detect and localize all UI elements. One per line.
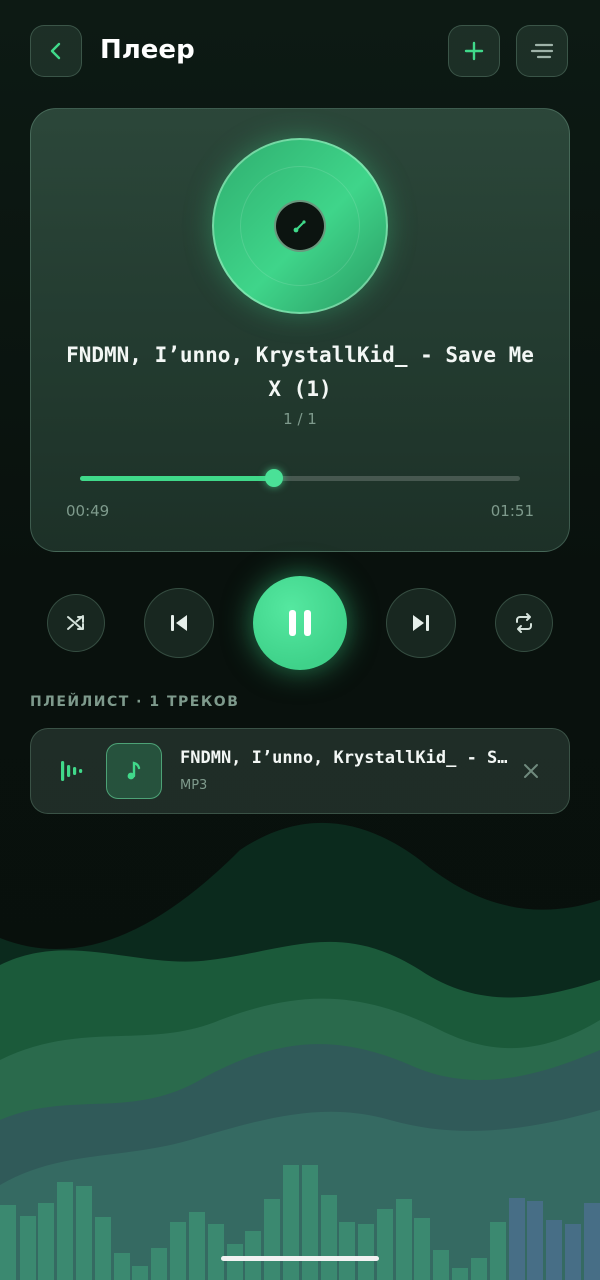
disc-center xyxy=(274,200,326,252)
home-indicator[interactable] xyxy=(221,1256,379,1261)
track-art xyxy=(106,743,162,799)
remove-track-button[interactable] xyxy=(522,762,540,784)
shuffle-button[interactable] xyxy=(47,594,105,652)
link-note-icon xyxy=(293,220,306,233)
total-time: 01:51 xyxy=(490,502,534,520)
skip-next-icon xyxy=(413,615,429,631)
previous-button[interactable] xyxy=(144,588,214,658)
progress-handle[interactable] xyxy=(265,469,283,487)
repeat-button[interactable] xyxy=(495,594,553,652)
background-waves xyxy=(0,822,600,1280)
playlist-heading: ПЛЕЙЛИСТ · 1 ТРЕКОВ xyxy=(30,694,240,710)
page-title: Плеер xyxy=(100,35,195,65)
repeat-icon xyxy=(516,613,532,633)
queue-button[interactable] xyxy=(516,25,568,77)
music-note-icon xyxy=(127,761,141,780)
skip-previous-icon xyxy=(171,615,187,631)
track-counter: 1 / 1 xyxy=(283,410,317,428)
plus-icon xyxy=(464,41,484,61)
equalizer-bars-icon xyxy=(58,758,84,788)
playlist-item-format: MP3 xyxy=(180,778,208,793)
chevron-left-icon xyxy=(50,42,61,60)
next-button[interactable] xyxy=(386,588,456,658)
elapsed-time: 00:49 xyxy=(66,502,110,520)
add-track-button[interactable] xyxy=(448,25,500,77)
track-title: FNDMN, I’unno, KrystallKid_ - Save Me X … xyxy=(66,343,534,401)
close-icon xyxy=(524,764,538,778)
queue-lines-icon xyxy=(530,43,554,59)
progress-fill xyxy=(80,476,274,481)
pause-icon xyxy=(289,610,311,636)
shuffle-icon xyxy=(67,615,84,630)
pause-button[interactable] xyxy=(253,576,347,670)
back-button[interactable] xyxy=(30,25,82,77)
playlist-item-title: FNDMN, I’unno, KrystallKid_ - Save Me X … xyxy=(180,748,510,768)
